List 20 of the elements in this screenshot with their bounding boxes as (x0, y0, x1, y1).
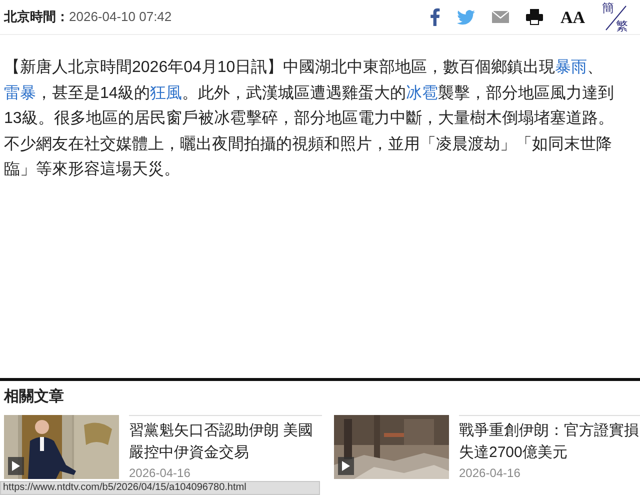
print-icon[interactable] (526, 9, 544, 25)
section-title: 相關文章 (4, 387, 65, 407)
article-paragraph: 【新唐人北京時間2026年04月10日訊】中國湖北中東部地區，數百個鄉鎮出現暴雨、 雷暴，甚至是14級的狂風。此外，武漢城區遭遇雞蛋大的冰雹襲擊，部分地區風力達到13級。很多地區的居民窗戶被冰雹擊碎，部分地區電力中斷，大量樹木倒塌堵塞道路。不少網友在社交媒體上，曬出夜間拍攝的視頻和照片，並用「凌晨渡劫」「如同末世降臨」等來形容這場天災。 (3, 58, 615, 180)
status-bar: https://www.ntdtv.com/b5/2026/04/15/a104096780.html (0, 481, 320, 495)
article-title-link[interactable]: 習黨魁矢口否認助伊朗 美國嚴控中伊資金交易 (129, 420, 322, 464)
datetime: 2026-04-10 07:42 (69, 8, 172, 26)
language-toggle[interactable]: 簡 繁 (602, 2, 628, 32)
article-date: 2026-04-16 (459, 466, 522, 480)
time-label: 北京時間： (4, 8, 69, 26)
article-link[interactable]: 狂風 (150, 84, 182, 102)
article-title-link[interactable]: 戰爭重創伊朗：官方證實損失達2700億美元 (459, 420, 640, 464)
article-date: 2026-04-16 (129, 466, 192, 480)
article-link[interactable]: 暴雨 (555, 59, 588, 76)
play-icon[interactable] (8, 456, 24, 474)
facebook-icon[interactable] (430, 8, 440, 26)
play-icon[interactable] (338, 456, 354, 474)
article-link[interactable]: 雷暴 (4, 84, 36, 102)
article-link[interactable]: 冰雹 (406, 84, 438, 102)
mail-icon[interactable] (492, 11, 510, 23)
font-size-button[interactable]: AA (560, 8, 585, 26)
